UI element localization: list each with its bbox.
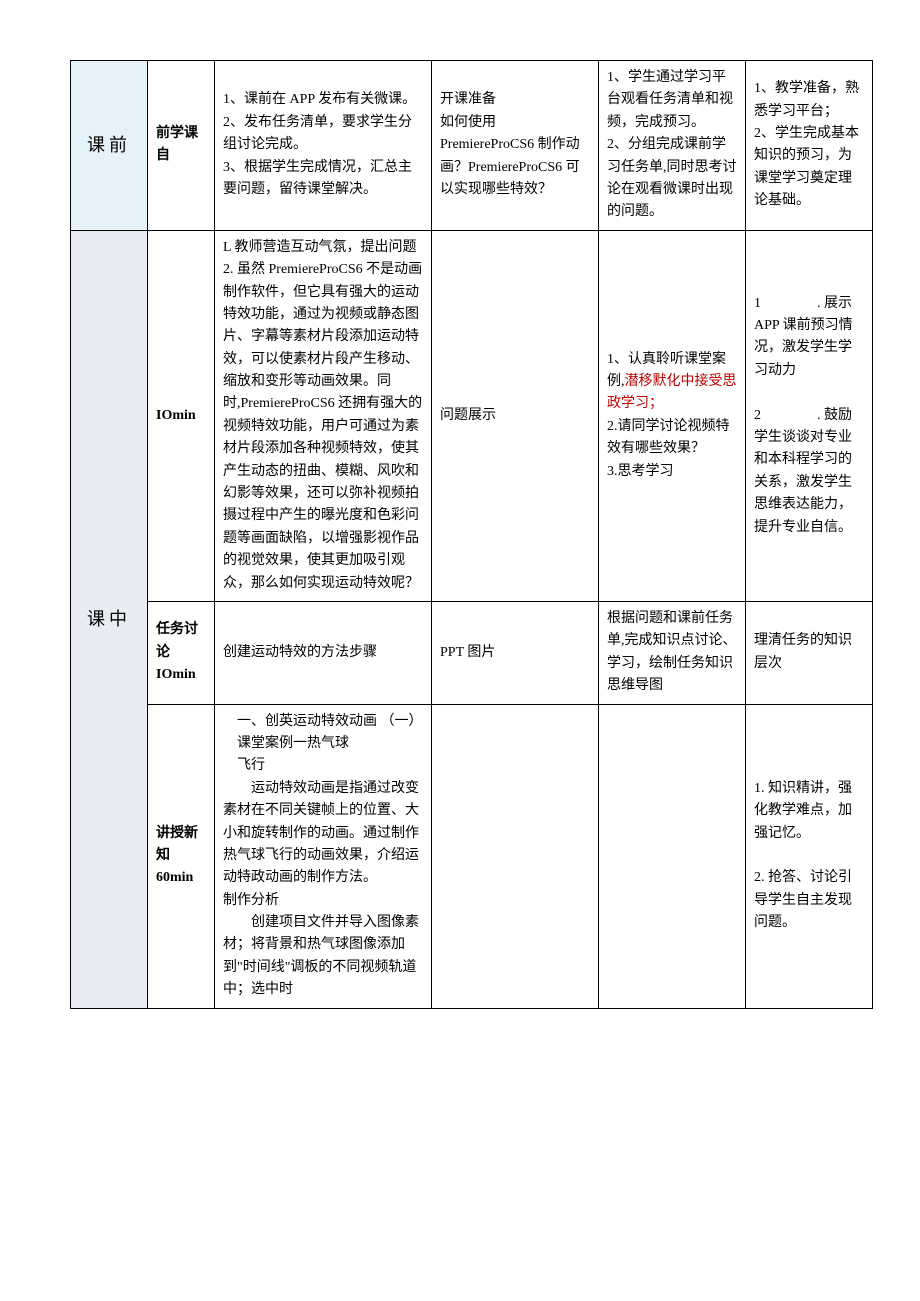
content-cell-pre: 1、课前在 APP 发布有关微课。 2、发布任务清单，要求学生分组讨论完成。 3… — [215, 61, 432, 231]
student-cell-pre: 1、学生通过学习平台观看任务清单和视频，完成预习。 2、分组完成课前学习任务单,… — [599, 61, 746, 231]
stage-cell-pre: 前学课自 — [148, 61, 215, 231]
table-row: 课前 前学课自 1、课前在 APP 发布有关微课。 2、发布任务清单，要求学生分… — [71, 61, 873, 231]
purpose-mid1-p1: 1 . 展示 APP 课前预习情况，激发学生学习动力 — [754, 293, 864, 383]
student-mid1-p2: 2.请同学讨论视频特效有哪些效果？ 3.思考学习 — [607, 419, 730, 479]
purpose-cell-pre: 1、教学准备，熟悉学习平台； 2、学生完成基本知识的预习，为课堂学习奠定理论基础… — [746, 61, 873, 231]
student-cell-mid2: 根据问题和课前任务单,完成知识点讨论、学习，绘制任务知识思维导图 — [599, 601, 746, 704]
purpose-cell-mid1: 1 . 展示 APP 课前预习情况，激发学生学习动力 2 . 鼓励学生谈谈对专业… — [746, 230, 873, 601]
question-cell-mid3 — [432, 704, 599, 1008]
content-mid3-p3: 创建项目文件并导入图像素材；将背景和热气球图像添加到"时间线"调板的不同视频轨道… — [223, 912, 423, 1002]
content-mid3-p1: 一、创英运动特效动画 （一）课堂案例一热气球 飞行 — [223, 711, 423, 778]
table-row: 任务讨论IOmin 创建运动特效的方法步骤 PPT 图片 根据问题和课前任务单,… — [71, 601, 873, 704]
phase-cell-mid: 课中 — [71, 230, 148, 1008]
question-cell-mid2: PPT 图片 — [432, 601, 599, 704]
stage-cell-mid3: 讲授新知60min — [148, 704, 215, 1008]
content-cell-mid1: L 教师营造互动气氛，提出问题 2. 虽然 PremiereProCS6 不是动… — [215, 230, 432, 601]
content-cell-mid3: 一、创英运动特效动画 （一）课堂案例一热气球 飞行 运动特效动画是指通过改变素材… — [215, 704, 432, 1008]
phase-cell-pre: 课前 — [71, 61, 148, 231]
student-mid1-highlight: 潜移默化中接受思政学习； — [607, 374, 737, 411]
student-cell-mid1: 1、认真聆听课堂案例,潜移默化中接受思政学习； 2.请同学讨论视频特效有哪些效果… — [599, 230, 746, 601]
purpose-cell-mid3: 1. 知识精讲，强化教学难点，加强记忆。 2. 抢答、讨论引导学生自主发现问题。 — [746, 704, 873, 1008]
content-cell-mid2: 创建运动特效的方法步骤 — [215, 601, 432, 704]
table-row: 课中 IOmin L 教师营造互动气氛，提出问题 2. 虽然 PremiereP… — [71, 230, 873, 601]
question-cell-mid1: 问题展示 — [432, 230, 599, 601]
table-row: 讲授新知60min 一、创英运动特效动画 （一）课堂案例一热气球 飞行 运动特效… — [71, 704, 873, 1008]
content-mid3-p2: 运动特效动画是指通过改变素材在不同关键帧上的位置、大小和旋转制作的动画。通过制作… — [223, 778, 423, 912]
purpose-cell-mid2: 理清任务的知识层次 — [746, 601, 873, 704]
student-cell-mid3 — [599, 704, 746, 1008]
question-cell-pre: 开课准备 如何使用 PremiereProCS6 制作动画？PremierePr… — [432, 61, 599, 231]
stage-cell-mid2: 任务讨论IOmin — [148, 601, 215, 704]
purpose-mid1-p2: 2 . 鼓励学生谈谈对专业和本科程学习的关系，激发学生思维表达能力，提升专业自信… — [754, 405, 864, 539]
stage-cell-mid1: IOmin — [148, 230, 215, 601]
